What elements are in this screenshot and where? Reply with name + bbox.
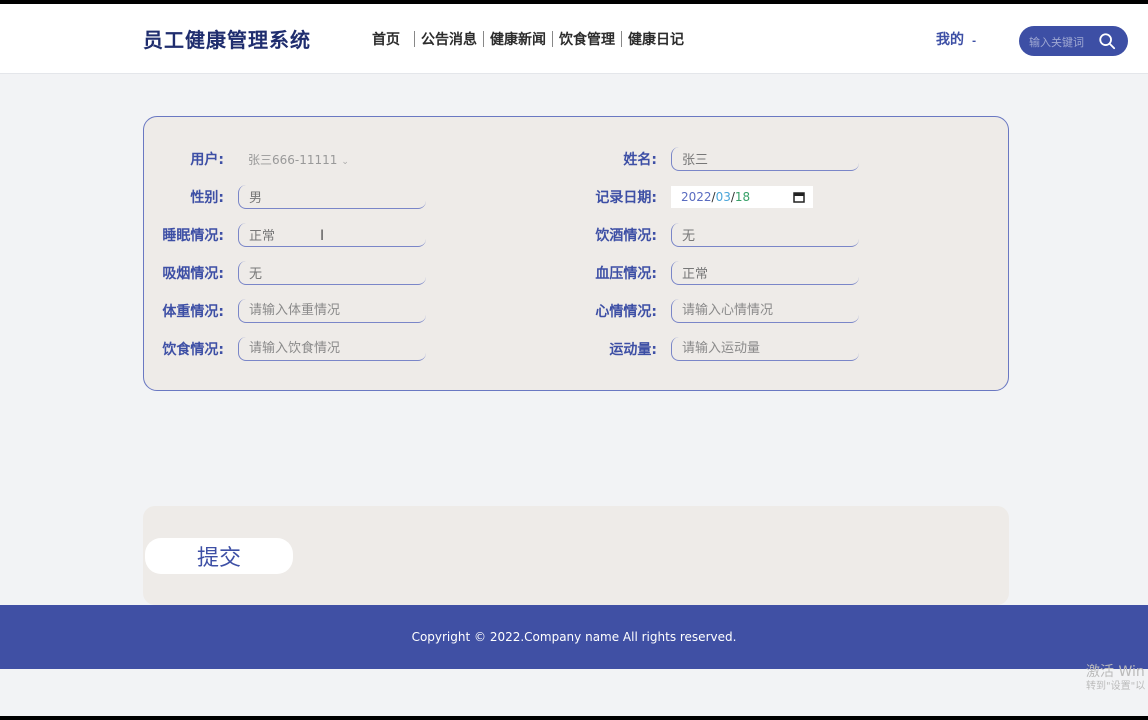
blood-pressure-input[interactable] <box>671 261 859 285</box>
exercise-input[interactable] <box>671 337 859 361</box>
search-icon[interactable] <box>1098 32 1116 50</box>
main-nav: 首页 公告消息 健康新闻 饮食管理 健康日记 <box>372 29 690 49</box>
watermark-line-1: 激活 Win <box>1086 664 1145 680</box>
drinking-input[interactable] <box>671 223 859 247</box>
blood-pressure-label: 血压情况: <box>595 266 657 282</box>
exercise-label: 运动量: <box>609 342 657 358</box>
name-input[interactable] <box>671 147 859 171</box>
gender-label: 性别: <box>190 190 224 206</box>
smoking-field: 吸烟情况: <box>144 261 426 285</box>
weight-field: 体重情况: <box>144 299 426 323</box>
nav-health-diary[interactable]: 健康日记 <box>622 29 690 49</box>
windows-activation-watermark: 激活 Win 转到"设置"以 <box>1086 664 1145 693</box>
diet-field: 饮食情况: <box>144 337 426 361</box>
mood-field: 心情情况: <box>577 299 859 323</box>
date-year: 2022 <box>681 190 712 204</box>
user-select-value: 张三666-11111 <box>248 152 338 167</box>
mood-label: 心情情况: <box>595 304 657 320</box>
sleep-field: 睡眠情况: <box>144 223 426 247</box>
health-record-form: 用户: 张三666-11111⌄ 姓名: 性别: 记录日期: 2022/03/1… <box>143 116 1009 391</box>
user-label: 用户: <box>190 152 224 168</box>
copyright-text: Copyright © 2022.Company name All rights… <box>411 630 737 644</box>
user-select[interactable]: 张三666-11111 ⌄ <box>238 151 349 168</box>
submit-button[interactable]: 提交 <box>145 538 293 574</box>
nav-announcements[interactable]: 公告消息 <box>415 29 483 49</box>
sleep-input[interactable] <box>238 223 426 247</box>
chevron-down-icon: ⌄ <box>341 156 349 167</box>
date-month: 03 <box>715 190 731 204</box>
submit-panel: 提交 <box>143 506 1009 605</box>
name-field: 姓名: <box>577 147 859 171</box>
exercise-field: 运动量: <box>577 337 859 361</box>
nav-diet-management[interactable]: 饮食管理 <box>553 29 621 49</box>
nav-health-news[interactable]: 健康新闻 <box>484 29 552 49</box>
diet-input[interactable] <box>238 337 426 361</box>
chevron-down-icon: - <box>972 36 977 47</box>
record-date-label: 记录日期: <box>595 190 657 206</box>
search-input[interactable] <box>1027 32 1099 52</box>
name-label: 姓名: <box>623 152 657 168</box>
site-title: 员工健康管理系统 <box>143 28 311 52</box>
sleep-label: 睡眠情况: <box>162 228 224 244</box>
bottom-black-strip <box>0 716 1148 720</box>
drinking-field: 饮酒情况: <box>577 223 859 247</box>
diet-label: 饮食情况: <box>162 342 224 358</box>
drinking-label: 饮酒情况: <box>595 228 657 244</box>
user-field: 用户: 张三666-11111 ⌄ <box>144 147 349 171</box>
weight-label: 体重情况: <box>162 304 224 320</box>
calendar-icon[interactable] <box>793 191 805 203</box>
record-date-input[interactable]: 2022/03/18 <box>671 186 813 208</box>
mood-input[interactable] <box>671 299 859 323</box>
weight-input[interactable] <box>238 299 426 323</box>
my-account-label: 我的 <box>936 32 964 48</box>
gender-input[interactable] <box>238 185 426 209</box>
record-date-field: 记录日期: 2022/03/18 <box>577 185 813 209</box>
footer: Copyright © 2022.Company name All rights… <box>0 605 1148 669</box>
smoking-input[interactable] <box>238 261 426 285</box>
nav-home[interactable]: 首页 <box>372 29 414 49</box>
my-account-menu[interactable]: 我的 - <box>936 29 976 49</box>
date-day: 18 <box>734 190 751 204</box>
blood-pressure-field: 血压情况: <box>577 261 859 285</box>
smoking-label: 吸烟情况: <box>162 266 224 282</box>
text-cursor-icon: I <box>320 228 325 244</box>
search-box <box>1019 26 1128 56</box>
header: 员工健康管理系统 首页 公告消息 健康新闻 饮食管理 健康日记 我的 - <box>0 4 1148 74</box>
watermark-line-2: 转到"设置"以 <box>1086 680 1146 692</box>
gender-field: 性别: <box>144 185 426 209</box>
